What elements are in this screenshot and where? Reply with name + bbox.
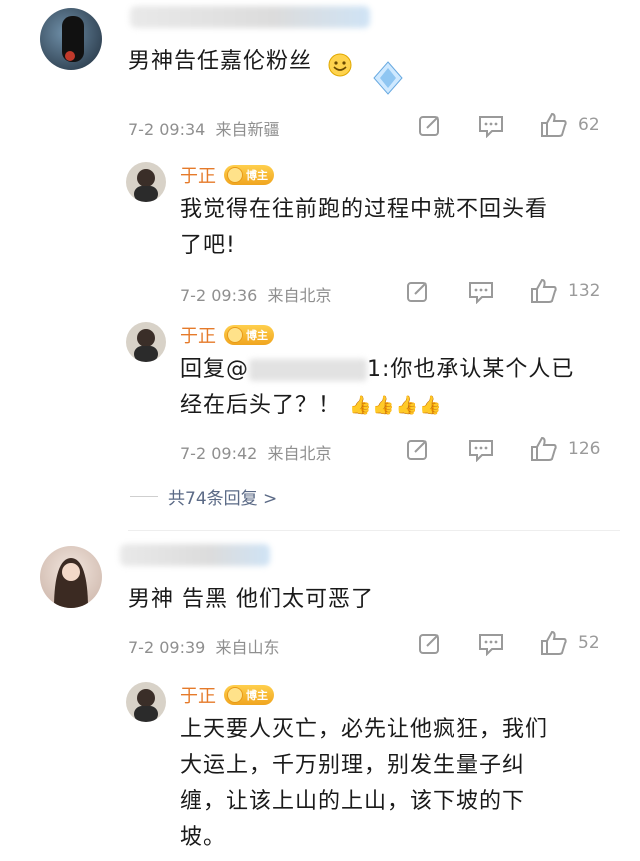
comment-icon <box>469 440 493 462</box>
share-button[interactable] <box>406 438 430 462</box>
comment-text: 男神 告黑 他们太可恶了 <box>128 587 374 612</box>
avatar[interactable] <box>40 546 102 608</box>
comment-button[interactable] <box>468 280 494 304</box>
reply-avatar[interactable] <box>126 682 166 722</box>
more-replies-link[interactable]: 共74条回复 > <box>130 484 277 509</box>
comment-button[interactable] <box>468 438 494 462</box>
share-icon <box>419 634 439 654</box>
reply-meta: 7-2 09:42 来自北京 <box>180 444 332 463</box>
author-badge: 博主 <box>224 685 274 705</box>
like-count: 52 <box>578 633 600 653</box>
comment-icon <box>479 116 503 138</box>
reply-meta: 7-2 09:36 来自北京 <box>180 286 332 305</box>
divider-dash <box>130 496 158 497</box>
crown-icon <box>227 687 243 703</box>
comment-text: 男神告任嘉伦粉丝 <box>128 49 313 74</box>
reply-header: 于正 博主 <box>180 162 274 188</box>
share-button[interactable] <box>418 632 442 656</box>
username-blurred[interactable] <box>130 6 370 28</box>
crown-icon <box>227 167 243 183</box>
like-icon <box>531 278 557 303</box>
smile-emoji <box>327 52 353 82</box>
like-icon <box>541 112 567 137</box>
like-button[interactable]: 62 <box>540 112 600 138</box>
share-button[interactable] <box>406 280 430 304</box>
reply-avatar[interactable] <box>126 322 166 362</box>
reply-author-name[interactable]: 于正 <box>180 162 216 188</box>
share-icon <box>419 116 439 136</box>
reply-text: 回复@ 1:你也承认某个人已 经在后头了？！ 👍👍👍👍 <box>180 352 620 424</box>
share-button[interactable] <box>418 114 442 138</box>
author-badge: 博主 <box>224 325 274 345</box>
username-blurred[interactable] <box>120 544 270 566</box>
reply-header: 于正 博主 <box>180 682 274 708</box>
share-icon <box>407 440 427 460</box>
avatar-image <box>62 16 84 62</box>
thumbs-up-emoji: 👍👍👍👍 <box>349 395 443 416</box>
like-count: 62 <box>578 115 600 135</box>
like-button[interactable]: 52 <box>540 630 600 656</box>
reply-text: 我觉得在往前跑的过程中就不回头看 了吧! <box>180 197 549 258</box>
comment-divider <box>128 530 620 531</box>
reply-text: 上天要人灭亡，必先让他疯狂，我们 大运上，千万别理，别发生量子纠 缠，让该上山的… <box>180 717 549 850</box>
comment-icon <box>479 634 503 656</box>
like-button[interactable]: 132 <box>530 278 600 304</box>
like-icon <box>531 436 557 461</box>
reply-avatar[interactable] <box>126 162 166 202</box>
like-icon <box>541 630 567 655</box>
comment-icon <box>469 282 493 304</box>
author-badge: 博主 <box>224 165 274 185</box>
diamond-emoji <box>368 58 408 102</box>
comment-meta: 7-2 09:34 来自新疆 <box>128 120 280 139</box>
share-icon <box>407 282 427 302</box>
crown-icon <box>227 327 243 343</box>
comment-meta: 7-2 09:39 来自山东 <box>128 638 280 657</box>
like-button[interactable]: 126 <box>530 436 600 462</box>
avatar[interactable] <box>40 8 102 70</box>
comment-button[interactable] <box>478 632 504 656</box>
reply-author-name[interactable]: 于正 <box>180 322 216 348</box>
reply-header: 于正 博主 <box>180 322 274 348</box>
like-count: 132 <box>568 281 601 301</box>
reply-author-name[interactable]: 于正 <box>180 682 216 708</box>
mention-blurred[interactable] <box>249 359 368 381</box>
like-count: 126 <box>568 439 601 459</box>
comment-button[interactable] <box>478 114 504 138</box>
